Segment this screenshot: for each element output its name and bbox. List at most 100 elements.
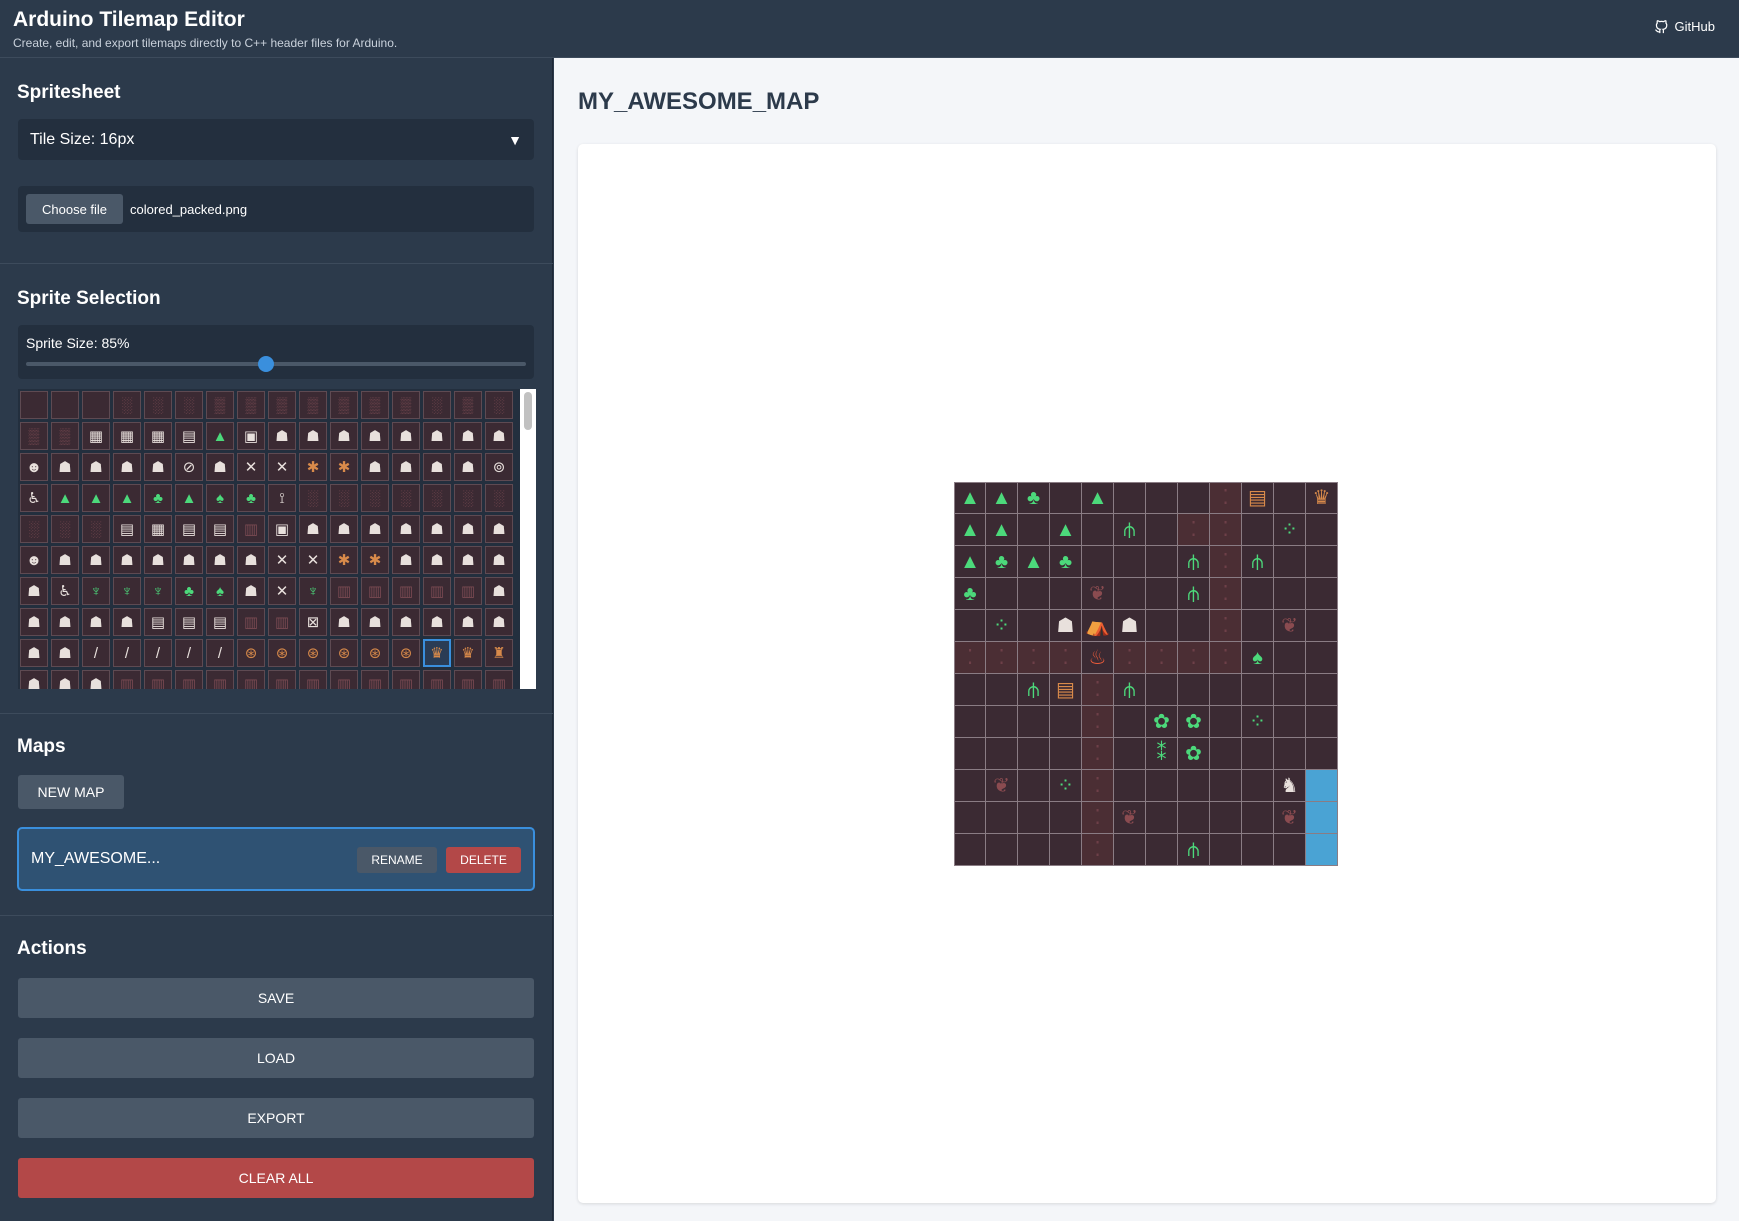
sprite-tile[interactable]: ♆ [113,577,141,605]
map-tile-empty[interactable] [1274,642,1306,674]
map-tile-flowers[interactable]: ✿ [1178,706,1210,738]
sprite-tile[interactable]: ☗ [423,453,451,481]
map-tile-empty[interactable] [1050,834,1082,866]
sprite-tile[interactable]: ☗ [82,546,110,574]
sprite-tile[interactable]: ▥ [268,608,296,636]
map-tile-weed[interactable]: ❦ [1274,610,1306,642]
sprite-tile[interactable]: ☗ [330,422,358,450]
sprite-tile[interactable]: ▦ [144,515,172,543]
sprite-tile[interactable]: ▒ [299,391,327,419]
map-tile-empty[interactable] [1146,482,1178,514]
sprite-tile[interactable]: ▥ [454,670,482,689]
map-tile-brick[interactable]: ⁚ [1210,642,1242,674]
sprite-tile[interactable]: ⊛ [237,639,265,667]
slider-thumb[interactable] [258,356,274,372]
map-tile-trees[interactable]: ♣ [1050,546,1082,578]
map-tile-empty[interactable] [1146,578,1178,610]
map-tile-empty[interactable] [1274,578,1306,610]
map-tile-brick[interactable]: ⁚ [1210,482,1242,514]
map-tile-crown[interactable]: ♛ [1306,482,1338,514]
sprite-tile[interactable]: ▥ [237,515,265,543]
palette-scrollbar[interactable] [520,389,536,689]
sprite-tile[interactable]: ☗ [330,515,358,543]
map-tile-trees[interactable]: ♣ [986,546,1018,578]
map-tile-empty[interactable] [1306,578,1338,610]
sprite-tile[interactable]: ☗ [485,546,513,574]
sprite-tile[interactable]: ☗ [330,608,358,636]
map-tile-skeleton[interactable]: ☗ [1114,610,1146,642]
sprite-tile[interactable]: ♆ [299,577,327,605]
sprite-tile[interactable]: ☗ [20,577,48,605]
map-tile-empty[interactable] [1114,738,1146,770]
map-tile-empty[interactable] [1146,802,1178,834]
map-tile-empty[interactable] [1050,482,1082,514]
github-link[interactable]: GitHub [1654,19,1715,34]
map-tile-tree[interactable]: ▲ [986,482,1018,514]
map-tile-trees[interactable]: ♣ [1018,482,1050,514]
map-tile-empty[interactable] [1114,482,1146,514]
map-tile-grass[interactable]: ⫛ [1178,546,1210,578]
map-tile-empty[interactable] [1178,802,1210,834]
sprite-tile[interactable]: ☗ [454,453,482,481]
map-tile-weed[interactable]: ❦ [1082,578,1114,610]
map-tile-tree[interactable]: ▲ [1018,546,1050,578]
map-tile-tree[interactable]: ▲ [986,514,1018,546]
map-tile-empty[interactable] [954,706,986,738]
sprite-tile[interactable]: ☗ [20,639,48,667]
map-tile-tree[interactable]: ▲ [1082,482,1114,514]
map-tile-empty[interactable] [1114,770,1146,802]
sprite-tile[interactable]: ☗ [113,608,141,636]
sprite-tile[interactable]: ☗ [361,422,389,450]
map-tile-sprout[interactable]: ⁘ [986,610,1018,642]
sprite-tile[interactable]: ▣ [237,422,265,450]
sprite-tile[interactable]: ♆ [82,577,110,605]
sprite-tile[interactable]: ▥ [423,670,451,689]
map-tile-sprout[interactable]: ⁘ [1050,770,1082,802]
sprite-tile[interactable]: ▥ [175,670,203,689]
map-tile-empty[interactable] [986,834,1018,866]
sprite-tile[interactable]: ░ [82,515,110,543]
sprite-tile[interactable]: ░ [299,484,327,512]
map-tile-tree[interactable]: ▲ [954,546,986,578]
map-tile-empty[interactable] [986,674,1018,706]
map-tile-empty[interactable] [986,578,1018,610]
map-tile-empty[interactable] [1146,834,1178,866]
map-tile-empty[interactable] [954,610,986,642]
map-tile-brick[interactable]: ⁚ [1210,610,1242,642]
map-tile-tent[interactable]: ⛺ [1082,610,1114,642]
sprite-tile[interactable]: ☗ [51,639,79,667]
sprite-tile[interactable]: ░ [51,515,79,543]
sprite-tile[interactable]: ✕ [268,577,296,605]
sprite-tile[interactable]: ▣ [268,515,296,543]
delete-map-button[interactable]: DELETE [446,847,521,873]
sprite-tile[interactable]: ░ [20,515,48,543]
map-tile-brick[interactable]: ⁚ [1018,642,1050,674]
map-tile-empty[interactable] [1274,738,1306,770]
sprite-tile[interactable]: ░ [423,391,451,419]
sprite-tile[interactable]: ▤ [175,608,203,636]
map-tile-grass[interactable]: ⫛ [1242,546,1274,578]
sprite-tile[interactable]: ☻ [20,546,48,574]
map-tile-empty[interactable] [1114,834,1146,866]
map-tile-empty[interactable] [986,706,1018,738]
sprite-tile[interactable]: ♣ [175,577,203,605]
export-button[interactable]: EXPORT [18,1098,534,1138]
map-tile-brick[interactable]: ⁚ [1146,642,1178,674]
sprite-tile[interactable]: ☗ [144,546,172,574]
map-tile-empty[interactable] [1018,610,1050,642]
map-list-item[interactable]: MY_AWESOME... RENAME DELETE [17,827,535,891]
sprite-tile[interactable]: ▒ [237,391,265,419]
sprite-tile[interactable]: ⊛ [299,639,327,667]
sprite-tile[interactable]: ░ [330,484,358,512]
map-tile-empty[interactable] [1274,482,1306,514]
map-tile-weed[interactable]: ❦ [1274,802,1306,834]
map-tile-empty[interactable] [1018,514,1050,546]
rename-map-button[interactable]: RENAME [357,847,437,873]
sprite-tile[interactable]: ▦ [82,422,110,450]
map-tile-empty[interactable] [1306,610,1338,642]
map-tile-empty[interactable] [1242,834,1274,866]
map-tile-sprouts[interactable]: ⁑ [1146,738,1178,770]
map-tile-grass[interactable]: ⫛ [1114,674,1146,706]
sprite-tile[interactable]: ▥ [361,577,389,605]
sprite-tile[interactable]: ⟟ [268,484,296,512]
